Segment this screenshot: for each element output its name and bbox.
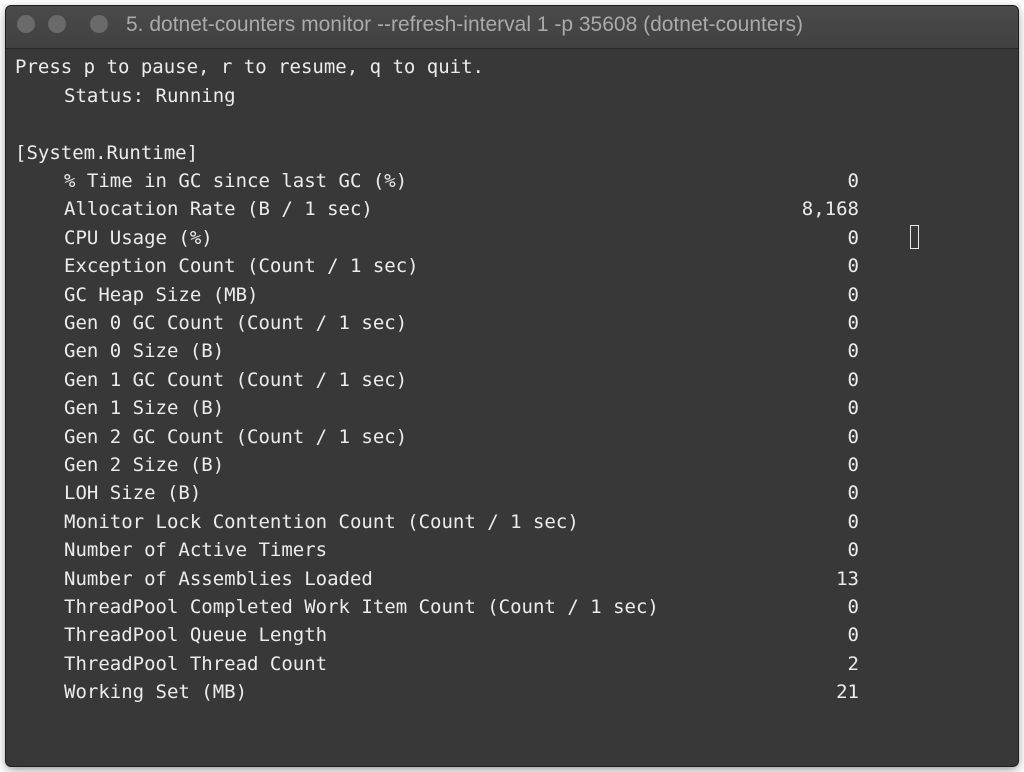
counter-row: Gen 0 Size (B) 0	[6, 337, 1018, 365]
counter-label: CPU Usage (%)	[64, 226, 213, 249]
counter-value: 2	[847, 652, 859, 675]
counter-value: 0	[847, 368, 859, 391]
counter-value: 0	[847, 170, 859, 192]
counter-row: Number of Active Timers 0	[6, 536, 1018, 564]
counter-value: 13	[836, 567, 859, 590]
counter-label: Exception Count (Count / 1 sec)	[64, 255, 419, 278]
counter-label: Gen 2 Size (B)	[64, 454, 225, 476]
terminal-output[interactable]: Press p to pause, r to resume, q to quit…	[6, 48, 1018, 766]
counter-label: Gen 2 GC Count (Count / 1 sec)	[64, 425, 408, 448]
terminal-cursor	[910, 225, 919, 249]
counter-row: Number of Assemblies Loaded 13	[6, 565, 1018, 593]
window-title: 5. dotnet-counters monitor --refresh-int…	[126, 13, 803, 36]
counter-value: 21	[836, 681, 859, 704]
counter-row: Monitor Lock Contention Count (Count / 1…	[6, 508, 1018, 536]
counter-row: ThreadPool Queue Length 0	[6, 621, 1018, 649]
counter-label: LOH Size (B)	[64, 482, 202, 505]
counter-label: Monitor Lock Contention Count (Count / 1…	[64, 510, 579, 533]
counter-row: GC Heap Size (MB) 0	[6, 281, 1018, 309]
counter-row: Gen 1 Size (B) 0	[6, 394, 1018, 422]
counter-row: ThreadPool Thread Count 2	[6, 650, 1018, 678]
counter-value: 0	[847, 397, 859, 420]
counter-label: ThreadPool Completed Work Item Count (Co…	[64, 596, 659, 618]
counter-row: Gen 1 GC Count (Count / 1 sec) 0	[6, 366, 1018, 394]
counter-value: 0	[847, 454, 859, 476]
counter-value: 0	[847, 624, 859, 647]
zoom-window-button[interactable]	[90, 15, 108, 33]
counter-row: Gen 2 GC Count (Count / 1 sec) 0	[6, 423, 1018, 451]
counter-label: Gen 0 Size (B)	[64, 340, 225, 363]
minimize-window-button[interactable]	[48, 15, 66, 33]
counter-label: % Time in GC since last GC (%)	[64, 170, 408, 192]
counter-label: Gen 0 GC Count (Count / 1 sec)	[64, 312, 408, 334]
counter-label: Gen 1 GC Count (Count / 1 sec)	[64, 368, 408, 391]
title-bar[interactable]: 5. dotnet-counters monitor --refresh-int…	[6, 6, 1018, 49]
counter-label: ThreadPool Queue Length	[64, 624, 328, 647]
status-label: Status:	[64, 85, 145, 107]
counter-value: 0	[847, 312, 859, 334]
counter-label: Gen 1 Size (B)	[64, 397, 225, 420]
counter-label: Working Set (MB)	[64, 681, 248, 704]
status-value: Running	[155, 85, 236, 107]
counter-row: ThreadPool Completed Work Item Count (Co…	[6, 593, 1018, 621]
close-window-button[interactable]	[17, 15, 35, 33]
counter-value: 0	[847, 539, 859, 562]
counter-value: 0	[847, 255, 859, 278]
provider-header: [System.Runtime]	[15, 142, 199, 164]
terminal-window: 5. dotnet-counters monitor --refresh-int…	[6, 6, 1018, 766]
help-text: Press p to pause, r to resume, q to quit…	[15, 56, 484, 78]
counter-row: Gen 0 GC Count (Count / 1 sec) 0	[6, 309, 1018, 337]
counter-row: % Time in GC since last GC (%) 0	[6, 167, 1018, 195]
counter-row: Exception Count (Count / 1 sec) 0	[6, 252, 1018, 280]
counter-row: Allocation Rate (B / 1 sec) 8,168	[6, 195, 1018, 223]
status-line: Status: Running	[64, 82, 236, 110]
counter-label: GC Heap Size (MB)	[64, 283, 259, 306]
counter-label: ThreadPool Thread Count	[64, 652, 328, 675]
counter-value: 8,168	[801, 198, 859, 221]
counter-value: 0	[847, 425, 859, 448]
counter-row: LOH Size (B) 0	[6, 479, 1018, 507]
counter-row: CPU Usage (%) 0	[6, 224, 1018, 252]
counter-label: Allocation Rate (B / 1 sec)	[64, 198, 373, 221]
counter-row: Gen 2 Size (B) 0	[6, 451, 1018, 479]
counter-value: 0	[847, 510, 859, 533]
counter-value: 0	[847, 596, 859, 618]
counter-value: 0	[847, 283, 859, 306]
counter-label: Number of Active Timers	[64, 539, 328, 562]
counter-row: Working Set (MB) 21	[6, 678, 1018, 706]
counter-value: 0	[847, 226, 859, 249]
counter-label: Number of Assemblies Loaded	[64, 567, 373, 590]
counter-value: 0	[847, 482, 859, 505]
counter-value: 0	[847, 340, 859, 363]
